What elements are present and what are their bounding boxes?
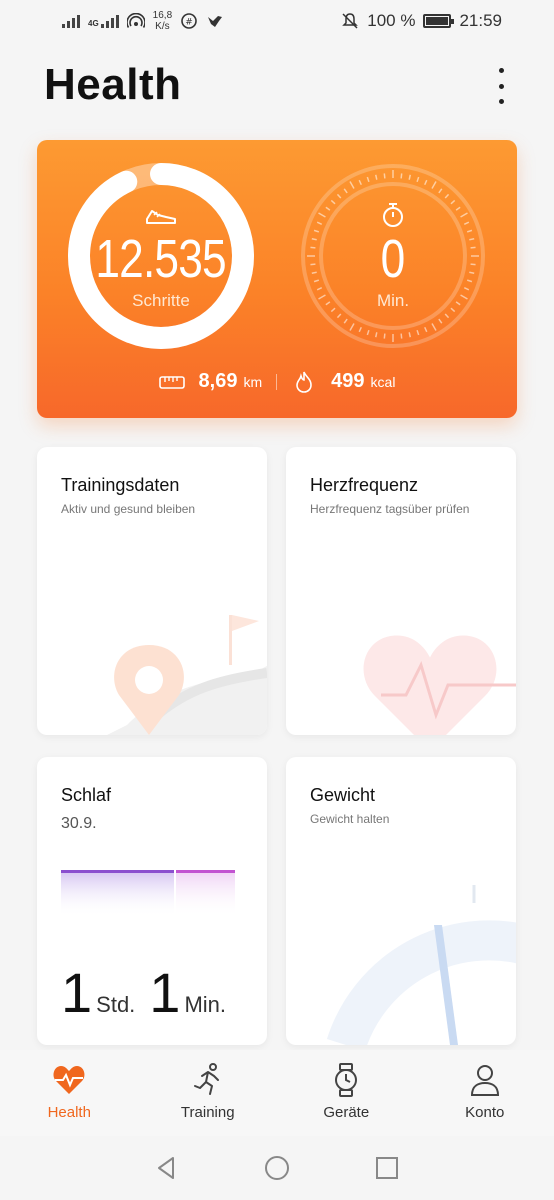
mute-icon [342, 13, 359, 29]
sleep-chart [61, 870, 235, 917]
recents-icon[interactable] [373, 1154, 401, 1182]
signal-4g-icon: 4G [88, 14, 119, 28]
training-card[interactable]: Trainingsdaten Aktiv und gesund bleiben [37, 447, 267, 735]
bottom-nav: Health Training Geräte Konto [0, 1050, 554, 1136]
sleep-duration: 1 Std. 1 Min. [61, 963, 236, 1023]
weight-card[interactable]: Gewicht Gewicht halten [286, 757, 516, 1045]
calories-stat: 499 kcal [331, 370, 395, 393]
heart-pulse-icon [53, 1066, 85, 1094]
sleep-segment-deep [61, 871, 174, 917]
system-nav [0, 1136, 554, 1200]
battery-icon [423, 14, 455, 28]
weight-title: Gewicht [310, 785, 376, 805]
stat-divider [276, 373, 278, 390]
signal-icon [62, 14, 80, 28]
nav-label-devices: Geräte [323, 1104, 370, 1121]
runner-icon [193, 1063, 219, 1095]
heart-rate-title: Herzfrequenz [310, 475, 419, 495]
weight-subtitle: Gewicht halten [310, 812, 390, 826]
calories-value: 499 [331, 370, 365, 392]
activity-stats: 8,69 km 499 kcal [37, 370, 517, 393]
ruler-icon [158, 375, 185, 389]
battery-percent: 100 % [367, 11, 416, 30]
training-title: Trainingsdaten [61, 475, 180, 495]
scale-gauge-icon [326, 885, 516, 1045]
back-icon[interactable] [153, 1154, 181, 1182]
calories-unit: kcal [370, 374, 396, 390]
heart-icon [363, 635, 516, 735]
steps-content: 12.535 Schritte [67, 162, 255, 350]
sleep-segment-light [176, 871, 235, 917]
network-speed: 16,8 K/s [152, 10, 173, 32]
status-right: 100 % 21:59 [341, 11, 502, 31]
nav-item-training[interactable]: Training [153, 1062, 263, 1121]
route-map-icon [107, 615, 267, 735]
sleep-segment-light-line [176, 870, 235, 873]
person-icon [470, 1065, 499, 1096]
svg-text:#: # [185, 18, 193, 28]
flame-icon [296, 371, 312, 393]
minutes-value: 0 [381, 229, 406, 289]
clock: 21:59 [459, 11, 502, 30]
stopwatch-icon [383, 203, 403, 227]
watch-icon [335, 1063, 358, 1097]
page-title: Health [44, 60, 182, 109]
more-vertical-icon[interactable] [494, 68, 508, 104]
distance-unit: km [243, 374, 263, 390]
distance-stat: 8,69 km [199, 370, 263, 393]
steps-ring[interactable]: 12.535 Schritte [67, 162, 255, 350]
status-left: 4G 16,8 K/s # [62, 10, 224, 32]
sleep-segment-deep-line [61, 870, 174, 873]
minutes-ring[interactable]: 0 Min. [299, 162, 487, 350]
nav-label-account: Konto [465, 1104, 505, 1121]
steps-label: Schritte [132, 291, 190, 310]
training-subtitle: Aktiv und gesund bleiben [61, 502, 196, 516]
shoe-icon [146, 210, 176, 224]
home-icon[interactable] [263, 1154, 291, 1182]
heart-rate-subtitle: Herzfrequenz tagsüber prüfen [310, 502, 470, 516]
nav-item-health[interactable]: Health [14, 1062, 124, 1121]
data-saver-icon: # [181, 13, 197, 29]
minutes-label: Min. [376, 291, 410, 310]
sleep-card[interactable]: Schlaf 30.9. 1 Std. 1 Min. [37, 757, 267, 1045]
minutes-content: 0 Min. [299, 162, 487, 350]
bird-icon [208, 16, 223, 27]
nav-label-health: Health [47, 1104, 91, 1121]
status-bar: 4G 16,8 K/s # 100 % 21:59 [0, 0, 554, 42]
steps-value: 12.535 [95, 229, 227, 289]
distance-value: 8,69 [198, 370, 238, 392]
sleep-date: 30.9. [61, 815, 97, 832]
nav-label-training: Training [180, 1104, 235, 1121]
hotspot-icon [126, 13, 145, 28]
nav-item-devices[interactable]: Geräte [291, 1062, 401, 1121]
nav-item-account[interactable]: Konto [430, 1062, 540, 1121]
sleep-hours: 1 [61, 961, 93, 1024]
sleep-hours-unit: Std. [96, 992, 136, 1017]
activity-card[interactable]: 12.535 Schritte 0 Min. 8,69 km 499 kcal [37, 140, 517, 418]
sleep-minutes-unit: Min. [184, 992, 227, 1017]
sleep-minutes: 1 [149, 961, 181, 1024]
sleep-title: Schlaf [61, 785, 112, 805]
heart-rate-card[interactable]: Herzfrequenz Herzfrequenz tagsüber prüfe… [286, 447, 516, 735]
